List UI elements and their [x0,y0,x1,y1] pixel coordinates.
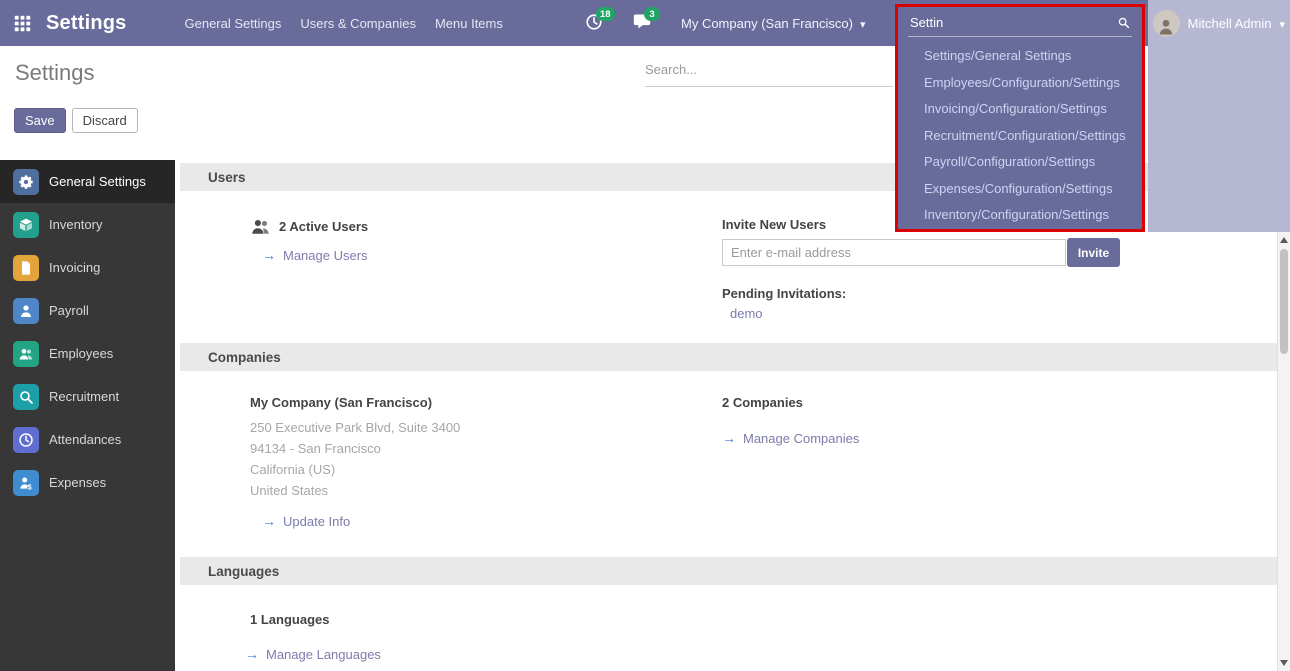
manage-users-link[interactable]: Manage Users [262,248,368,263]
vertical-scrollbar [1277,232,1290,671]
activity-count-badge: 18 [596,7,615,21]
caret-down-icon [860,16,866,31]
dollar-person-icon [13,470,39,496]
message-count-badge: 3 [644,7,660,21]
save-button[interactable]: Save [14,108,66,133]
sidebar-item[interactable]: General Settings [0,160,175,203]
arrow-right-icon [245,647,259,662]
active-users: 2 Active Users [250,216,368,237]
menu-search-result[interactable]: Inventory/Configuration/Settings [898,202,1142,229]
settings-content: Users 2 Active Users Manage Users Invite… [175,160,1277,671]
sidebar-item-label: Recruitment [49,389,119,404]
section-header-languages: Languages [180,557,1277,585]
control-panel-buttons: Save Discard [14,108,138,133]
company-address-line: United States [250,480,460,501]
menu-search-result[interactable]: Expenses/Configuration/Settings [898,176,1142,203]
invite-button[interactable]: Invite [1067,238,1120,267]
search-input[interactable] [645,60,893,87]
manage-languages-link[interactable]: Manage Languages [245,647,381,662]
company-address: 250 Executive Park Blvd, Suite 340094134… [250,417,460,501]
box-icon [13,212,39,238]
scroll-up-arrow-icon[interactable] [1280,237,1288,243]
languages-count: 1 Languages [250,612,329,627]
invite-row: Invite [722,238,1120,267]
manage-companies-link[interactable]: Manage Companies [722,431,859,446]
menu-search-bar [908,12,1132,37]
menu-search-results: Settings/General SettingsEmployees/Confi… [898,43,1142,229]
menu-search-input[interactable] [910,15,1090,30]
section-languages: 1 Languages Manage Languages [175,585,1277,671]
menu-search-result[interactable]: Employees/Configuration/Settings [898,70,1142,97]
sidebar-item[interactable]: Invoicing [0,246,175,289]
sidebar-item-label: Invoicing [49,260,100,275]
pending-invite-link[interactable]: demo [730,306,763,321]
users-icon [250,216,271,237]
pending-invitations-label: Pending Invitations: [722,286,846,301]
caret-down-icon [1279,16,1285,31]
navbar-menu-item[interactable]: Users & Companies [300,16,416,31]
invite-new-users-label: Invite New Users [722,217,826,232]
company-address-line: California (US) [250,459,460,480]
update-info-link[interactable]: Update Info [262,514,350,529]
activities-clock-icon[interactable]: 18 [585,13,605,33]
arrow-right-icon [722,431,736,446]
magnifier-icon [13,384,39,410]
sidebar-item-label: General Settings [49,174,146,189]
sidebar-item-label: Expenses [49,475,106,490]
navbar-menu: General Settings Users & Companies Menu It… [185,16,503,31]
user-name: Mitchell Admin [1188,16,1272,31]
control-panel-search [645,60,893,87]
sidebar-item-label: Payroll [49,303,89,318]
sidebar-item-label: Employees [49,346,113,361]
avatar [1153,10,1180,37]
settings-page: Settings General Settings Users & Compani… [0,0,1290,671]
page-title: Settings [15,60,95,86]
settings-sidebar: General Settings Inventory Invoicing [0,160,175,671]
menu-search-result[interactable]: Payroll/Configuration/Settings [898,149,1142,176]
company-switcher-label: My Company (San Francisco) [681,16,853,31]
scroll-down-arrow-icon[interactable] [1280,660,1288,666]
active-users-label: 2 Active Users [279,219,368,234]
company-name: My Company (San Francisco) [250,395,432,410]
apps-grid-icon[interactable] [0,0,44,46]
people-icon [13,341,39,367]
sidebar-item[interactable]: Employees [0,332,175,375]
menu-search-dropdown: Settings/General SettingsEmployees/Confi… [895,4,1145,232]
systray: 18 3 My Company (San Francisco) [585,0,865,46]
sidebar-item-label: Attendances [49,432,121,447]
sidebar-item[interactable]: Inventory [0,203,175,246]
navbar-menu-item[interactable]: General Settings [185,16,282,31]
sidebar-item-label: Inventory [49,217,102,232]
companies-count: 2 Companies [722,395,803,410]
menu-search-result[interactable]: Settings/General Settings [898,43,1142,70]
sidebar-item[interactable]: Attendances [0,418,175,461]
discard-button[interactable]: Discard [72,108,138,133]
search-icon [1117,16,1130,29]
company-switcher[interactable]: My Company (San Francisco) [681,16,865,31]
sidebar-item[interactable]: Recruitment [0,375,175,418]
arrow-right-icon [262,248,276,263]
menu-search-result[interactable]: Recruitment/Configuration/Settings [898,123,1142,150]
sidebar-item[interactable]: Payroll [0,289,175,332]
section-companies: My Company (San Francisco) 250 Executive… [175,371,1277,557]
company-address-line: 250 Executive Park Blvd, Suite 3400 [250,417,460,438]
arrow-right-icon [262,514,276,529]
scrollbar-thumb[interactable] [1280,249,1288,354]
company-address-line: 94134 - San Francisco [250,438,460,459]
user-menu[interactable]: Mitchell Admin [1153,0,1285,46]
document-icon [13,255,39,281]
messages-bubble-icon[interactable]: 3 [633,13,653,33]
person-icon [13,298,39,324]
section-header-companies: Companies [180,343,1277,371]
app-title[interactable]: Settings [46,12,127,35]
sidebar-item[interactable]: Expenses [0,461,175,504]
gear-icon [13,169,39,195]
menu-search-result[interactable]: Invoicing/Configuration/Settings [898,96,1142,123]
navbar-menu-item[interactable]: Menu Items [435,16,503,31]
clock-icon [13,427,39,453]
invite-email-field[interactable] [722,239,1066,266]
